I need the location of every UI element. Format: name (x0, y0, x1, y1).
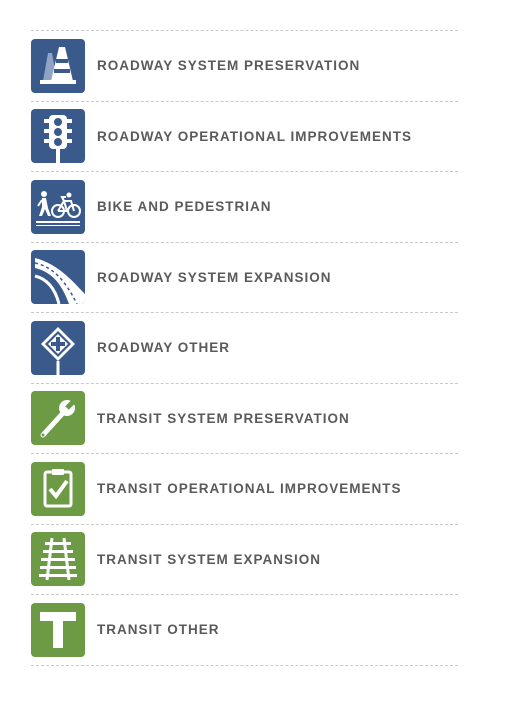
legend-item-roadway-operational-improvements: ROADWAY OPERATIONAL IMPROVEMENTS (31, 102, 458, 172)
traffic-cone-icon (31, 38, 85, 93)
legend-item-label: BIKE AND PEDESTRIAN (97, 199, 272, 215)
legend-item-transit-other: TRANSIT OTHER (31, 595, 458, 666)
intersection-sign-icon (31, 320, 85, 375)
pedestrian-bicycle-icon (31, 179, 85, 234)
traffic-light-icon (31, 109, 85, 164)
t-letter-icon (31, 602, 85, 657)
legend-item-bike-and-pedestrian: BIKE AND PEDESTRIAN (31, 172, 458, 243)
legend-item-label: TRANSIT OTHER (97, 622, 220, 638)
legend-item-label: ROADWAY SYSTEM PRESERVATION (97, 58, 361, 74)
clipboard-check-icon (31, 461, 85, 516)
legend-item-label: TRANSIT OPERATIONAL IMPROVEMENTS (97, 481, 402, 497)
wrench-icon (31, 391, 85, 446)
legend-item-label: TRANSIT SYSTEM PRESERVATION (97, 410, 350, 426)
project-type-legend: ROADWAY SYSTEM PRESERVATION ROADWAY OPER… (31, 30, 458, 666)
rail-track-icon (31, 532, 85, 587)
legend-item-transit-operational-improvements: TRANSIT OPERATIONAL IMPROVEMENTS (31, 454, 458, 525)
curved-road-icon (31, 250, 85, 305)
legend-item-roadway-other: ROADWAY OTHER (31, 313, 458, 384)
legend-item-label: ROADWAY OTHER (97, 340, 231, 356)
legend-item-label: ROADWAY OPERATIONAL IMPROVEMENTS (97, 128, 413, 144)
legend-item-transit-system-expansion: TRANSIT SYSTEM EXPANSION (31, 525, 458, 595)
legend-item-roadway-system-expansion: ROADWAY SYSTEM EXPANSION (31, 243, 458, 313)
legend-item-label: TRANSIT SYSTEM EXPANSION (97, 551, 322, 567)
legend-item-label: ROADWAY SYSTEM EXPANSION (97, 269, 332, 285)
legend-item-roadway-system-preservation: ROADWAY SYSTEM PRESERVATION (31, 31, 458, 102)
legend-item-transit-system-preservation: TRANSIT SYSTEM PRESERVATION (31, 384, 458, 454)
